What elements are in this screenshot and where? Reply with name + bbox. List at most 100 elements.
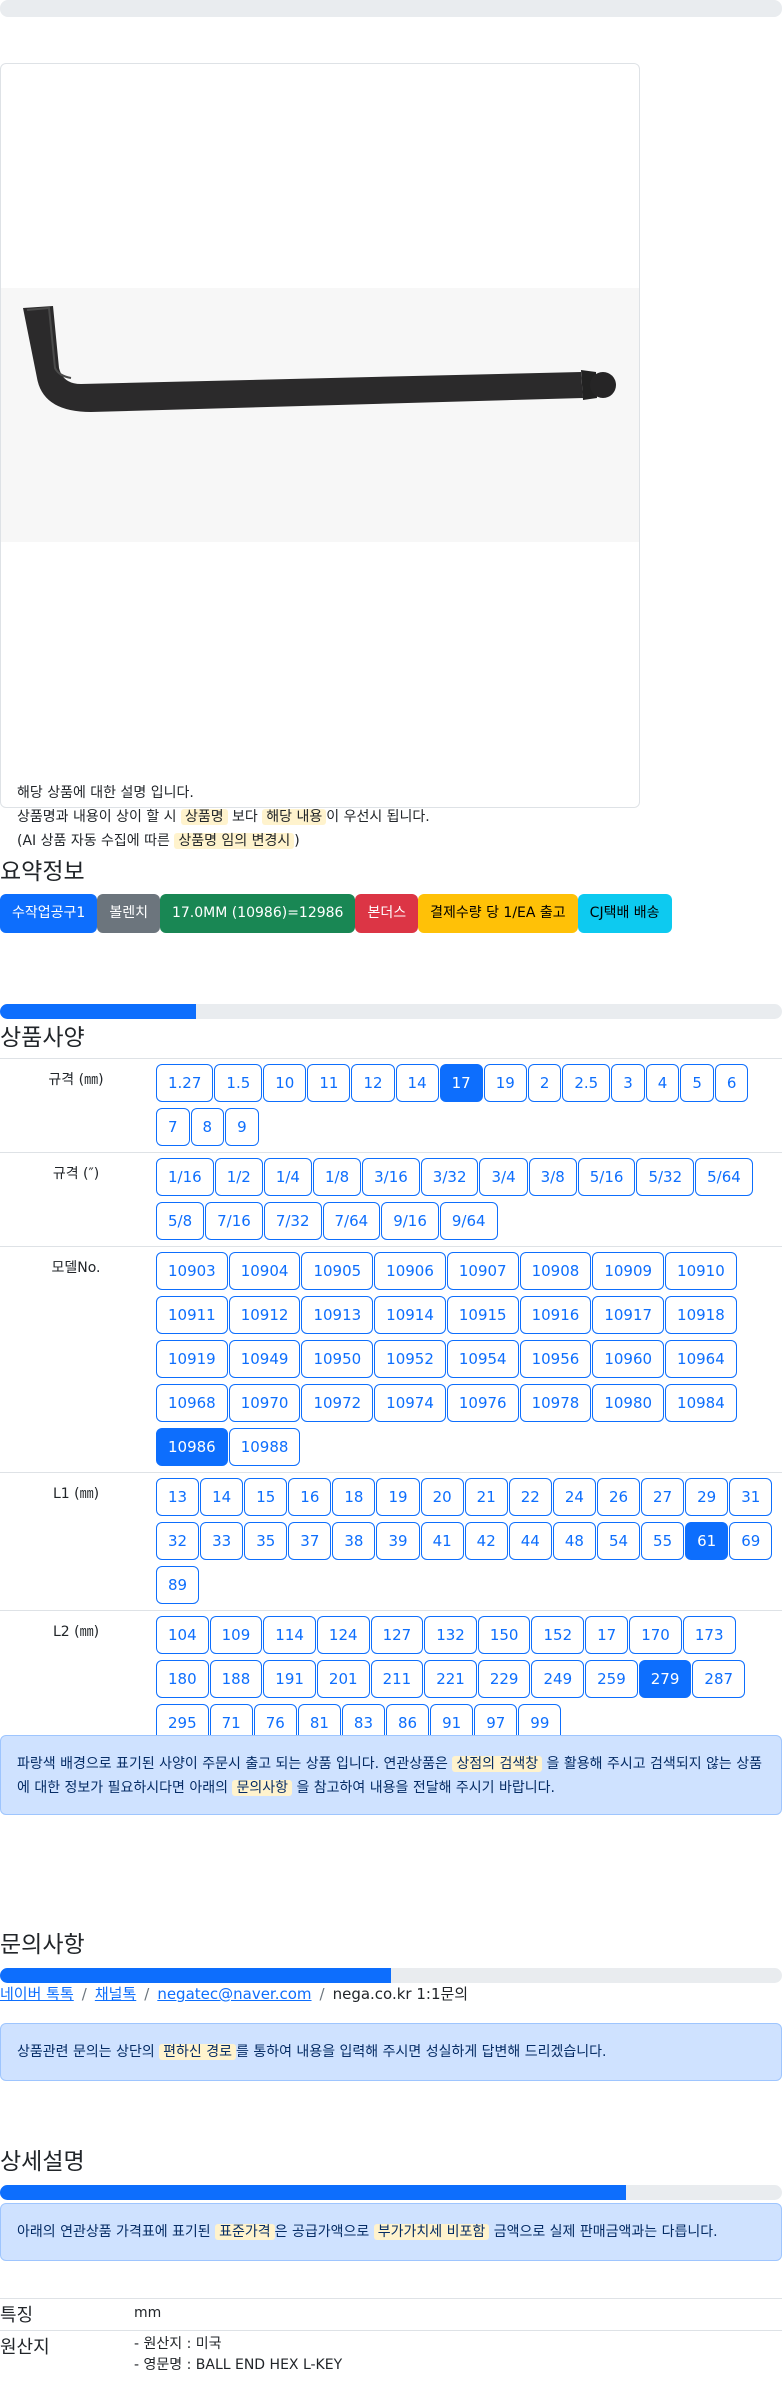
spec-option-button[interactable]: 10952 [374,1340,446,1378]
spec-option-button[interactable]: 18 [332,1478,376,1516]
spec-option-button[interactable]: 5 [680,1064,714,1102]
spec-option-button[interactable]: 10915 [446,1296,519,1334]
spec-option-button[interactable]: 114 [263,1616,316,1654]
spec-option-button[interactable]: 2.5 [562,1064,611,1102]
spec-option-button[interactable]: 10912 [228,1296,301,1334]
spec-option-button[interactable]: 3 [611,1064,645,1102]
spec-option-button[interactable]: 14 [395,1064,439,1102]
spec-option-button[interactable]: 33 [200,1522,244,1560]
spec-option-button[interactable]: 132 [424,1616,477,1654]
spec-option-button[interactable]: 150 [477,1616,531,1654]
spec-option-button[interactable]: 26 [596,1478,641,1516]
spec-option-button[interactable]: 10970 [228,1384,301,1422]
spec-option-button[interactable]: 3/16 [362,1158,420,1196]
spec-option-button[interactable]: 127 [370,1616,424,1654]
spec-option-button[interactable]: 41 [420,1522,464,1560]
spec-option-button[interactable]: 188 [209,1660,263,1698]
spec-option-button[interactable]: 9/64 [439,1202,498,1240]
spec-option-button[interactable]: 15 [244,1478,288,1516]
spec-option-button[interactable]: 42 [464,1522,508,1560]
spec-option-button[interactable]: 10964 [665,1340,737,1378]
spec-option-button[interactable]: 38 [332,1522,376,1560]
spec-option-button[interactable]: 10 [263,1064,307,1102]
spec-option-button[interactable]: 20 [420,1478,464,1516]
spec-option-button[interactable]: 10949 [228,1340,301,1378]
spec-option-button[interactable]: 5/16 [577,1158,636,1196]
spec-option-button[interactable]: 3/8 [528,1158,577,1196]
spec-option-button[interactable]: 9 [225,1108,259,1146]
spec-option-button[interactable]: 14 [200,1478,244,1516]
spec-option-button[interactable]: 10980 [592,1384,665,1422]
spec-option-button[interactable]: 10918 [665,1296,737,1334]
spec-option-button[interactable]: 1.27 [156,1064,214,1102]
spec-option-button[interactable]: 201 [316,1660,370,1698]
spec-option-button[interactable]: 7/64 [322,1202,381,1240]
spec-option-button[interactable]: 31 [729,1478,773,1516]
spec-option-button[interactable]: 1/4 [263,1158,312,1196]
spec-option-button[interactable]: 21 [464,1478,508,1516]
spec-option-button[interactable]: 10956 [519,1340,592,1378]
spec-option-button[interactable]: 10988 [228,1428,301,1466]
spec-option-button[interactable]: 10954 [446,1340,519,1378]
email-link[interactable]: negatec@naver.com [157,1985,311,2003]
spec-option-button[interactable]: 55 [641,1522,685,1560]
spec-option-button[interactable]: 10978 [519,1384,592,1422]
spec-option-button[interactable]: 8 [190,1108,225,1146]
spec-option-button[interactable]: 279 [638,1660,692,1698]
spec-option-button[interactable]: 10911 [156,1296,228,1334]
spec-option-button[interactable]: 10968 [156,1384,228,1422]
spec-option-button[interactable]: 37 [288,1522,332,1560]
spec-option-button[interactable]: 10919 [156,1340,228,1378]
spec-option-button[interactable]: 10976 [446,1384,519,1422]
spec-option-button[interactable]: 1/16 [156,1158,214,1196]
spec-option-button[interactable]: 173 [682,1616,736,1654]
spec-option-button[interactable]: 10974 [374,1384,446,1422]
spec-option-button[interactable]: 249 [531,1660,585,1698]
spec-option-button[interactable]: 35 [244,1522,288,1560]
spec-option-button[interactable]: 4 [645,1064,680,1102]
spec-option-button[interactable]: 48 [552,1522,596,1560]
spec-option-button[interactable]: 10907 [446,1252,519,1290]
spec-option-button[interactable]: 7 [156,1108,190,1146]
spec-option-button[interactable]: 104 [156,1616,209,1654]
spec-option-button[interactable]: 180 [156,1660,209,1698]
channel-talk-link[interactable]: 채널톡 [95,1985,136,2003]
spec-option-button[interactable]: 27 [641,1478,685,1516]
spec-option-button[interactable]: 22 [508,1478,552,1516]
naver-talk-link[interactable]: 네이버 톡톡 [0,1985,74,2003]
spec-option-button[interactable]: 229 [477,1660,531,1698]
spec-option-button[interactable]: 10908 [519,1252,592,1290]
spec-option-button[interactable]: 10903 [156,1252,228,1290]
spec-option-button[interactable]: 10960 [592,1340,665,1378]
spec-option-button[interactable]: 10909 [592,1252,665,1290]
spec-option-button[interactable]: 124 [316,1616,370,1654]
spec-option-button[interactable]: 11 [307,1064,351,1102]
spec-option-button[interactable]: 10916 [519,1296,592,1334]
spec-option-button[interactable]: 54 [596,1522,641,1560]
spec-option-button[interactable]: 3/4 [479,1158,528,1196]
spec-option-button[interactable]: 7/32 [263,1202,322,1240]
spec-option-button[interactable]: 13 [156,1478,200,1516]
spec-option-button[interactable]: 5/64 [695,1158,753,1196]
spec-option-button[interactable]: 191 [263,1660,316,1698]
spec-option-button[interactable]: 17 [439,1064,483,1102]
spec-option-button[interactable]: 10986 [156,1428,228,1466]
spec-option-button[interactable]: 10904 [228,1252,301,1290]
spec-option-button[interactable]: 10905 [301,1252,374,1290]
spec-option-button[interactable]: 10906 [374,1252,446,1290]
spec-option-button[interactable]: 221 [424,1660,477,1698]
spec-option-button[interactable]: 6 [714,1064,749,1102]
spec-option-button[interactable]: 24 [552,1478,596,1516]
spec-option-button[interactable]: 16 [288,1478,332,1516]
spec-option-button[interactable]: 5/8 [156,1202,205,1240]
spec-option-button[interactable]: 12 [351,1064,395,1102]
spec-option-button[interactable]: 10917 [592,1296,665,1334]
spec-option-button[interactable]: 10910 [665,1252,737,1290]
spec-option-button[interactable]: 89 [156,1566,200,1604]
spec-option-button[interactable]: 29 [685,1478,729,1516]
spec-option-button[interactable]: 61 [685,1522,729,1560]
spec-option-button[interactable]: 10914 [374,1296,446,1334]
spec-option-button[interactable]: 152 [531,1616,585,1654]
spec-option-button[interactable]: 19 [376,1478,420,1516]
spec-option-button[interactable]: 10972 [301,1384,374,1422]
